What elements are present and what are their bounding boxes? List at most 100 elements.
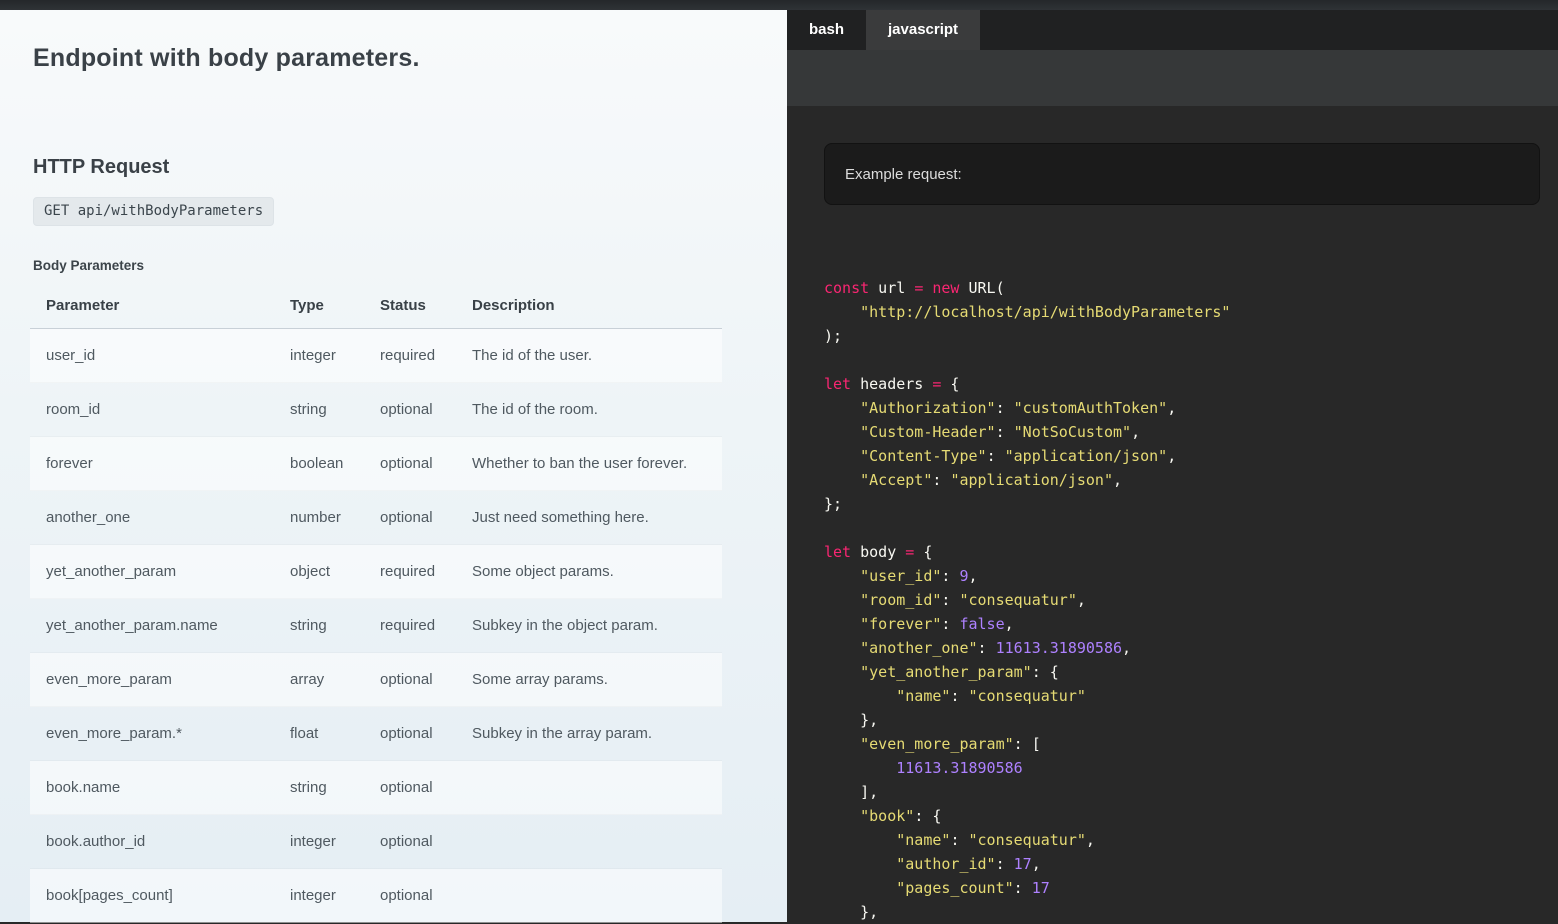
code-line: ], <box>824 780 1558 804</box>
code-line: const url = new URL( <box>824 276 1558 300</box>
table-row: another_onenumberoptionalJust need somet… <box>30 491 722 545</box>
table-row: even_more_paramarrayoptionalSome array p… <box>30 653 722 707</box>
tab-javascript[interactable]: javascript <box>866 10 980 50</box>
status-cell: optional <box>364 869 456 923</box>
example-request-label: Example request: <box>845 166 962 183</box>
table-row: book[pages_count]integeroptional <box>30 869 722 923</box>
type-cell: string <box>274 761 364 815</box>
code-line: 11613.31890586 <box>824 756 1558 780</box>
parameter-cell: room_id <box>30 383 274 437</box>
description-cell: Some object params. <box>456 545 722 599</box>
type-cell: string <box>274 383 364 437</box>
tab-bar-lower-band <box>787 50 1558 106</box>
endpoint-method-badge: GET api/withBodyParameters <box>33 197 274 226</box>
parameter-cell: yet_another_param.name <box>30 599 274 653</box>
parameter-cell: another_one <box>30 491 274 545</box>
code-line: "Authorization": "customAuthToken", <box>824 396 1558 420</box>
status-cell: optional <box>364 383 456 437</box>
table-row: even_more_param.*floatoptionalSubkey in … <box>30 707 722 761</box>
code-line: "room_id": "consequatur", <box>824 588 1558 612</box>
type-cell: object <box>274 545 364 599</box>
column-header-parameter: Parameter <box>30 284 274 329</box>
parameter-cell: book[pages_count] <box>30 869 274 923</box>
table-row: book.author_idintegeroptional <box>30 815 722 869</box>
code-line: "Content-Type": "application/json", <box>824 444 1558 468</box>
type-cell: float <box>274 707 364 761</box>
code-line: "book": { <box>824 804 1558 828</box>
code-line: "even_more_param": [ <box>824 732 1558 756</box>
column-header-status: Status <box>364 284 456 329</box>
type-cell: integer <box>274 869 364 923</box>
docs-panel: Endpoint with body parameters. HTTP Requ… <box>0 10 787 922</box>
lang-tab-bar: bashjavascript <box>787 10 1558 50</box>
description-cell <box>456 815 722 869</box>
type-cell: integer <box>274 329 364 383</box>
status-cell: optional <box>364 707 456 761</box>
table-row: foreverbooleanoptionalWhether to ban the… <box>30 437 722 491</box>
example-request-box: Example request: <box>824 143 1540 205</box>
code-line: ); <box>824 324 1558 348</box>
page-title: Endpoint with body parameters. <box>33 44 420 73</box>
code-line: }, <box>824 900 1558 924</box>
parameter-cell: user_id <box>30 329 274 383</box>
table-row: yet_another_paramobjectrequiredSome obje… <box>30 545 722 599</box>
code-line: }; <box>824 492 1558 516</box>
description-cell <box>456 761 722 815</box>
type-cell: array <box>274 653 364 707</box>
code-line <box>824 348 1558 372</box>
code-line: "Custom-Header": "NotSoCustom", <box>824 420 1558 444</box>
code-line: "Accept": "application/json", <box>824 468 1558 492</box>
type-cell: number <box>274 491 364 545</box>
body-parameters-table: ParameterTypeStatusDescription user_idin… <box>30 284 722 923</box>
parameter-cell: book.name <box>30 761 274 815</box>
code-panel: bashjavascript Example request: const ur… <box>787 10 1558 922</box>
description-cell: Subkey in the object param. <box>456 599 722 653</box>
status-cell: optional <box>364 437 456 491</box>
code-line: }, <box>824 708 1558 732</box>
status-cell: optional <box>364 815 456 869</box>
code-line: "yet_another_param": { <box>824 660 1558 684</box>
table-row: yet_another_param.namestringrequiredSubk… <box>30 599 722 653</box>
description-cell: The id of the user. <box>456 329 722 383</box>
column-header-description: Description <box>456 284 722 329</box>
parameter-cell: yet_another_param <box>30 545 274 599</box>
table-header-row: ParameterTypeStatusDescription <box>30 284 722 329</box>
code-line: "pages_count": 17 <box>824 876 1558 900</box>
body-parameters-label: Body Parameters <box>33 258 144 273</box>
code-line: "http://localhost/api/withBodyParameters… <box>824 300 1558 324</box>
type-cell: string <box>274 599 364 653</box>
description-cell: Some array params. <box>456 653 722 707</box>
parameter-cell: book.author_id <box>30 815 274 869</box>
table-row: book.namestringoptional <box>30 761 722 815</box>
type-cell: boolean <box>274 437 364 491</box>
http-request-heading: HTTP Request <box>33 156 169 179</box>
status-cell: optional <box>364 761 456 815</box>
code-line: let headers = { <box>824 372 1558 396</box>
column-header-type: Type <box>274 284 364 329</box>
status-cell: required <box>364 545 456 599</box>
code-line: let body = { <box>824 540 1558 564</box>
status-cell: optional <box>364 653 456 707</box>
status-cell: optional <box>364 491 456 545</box>
code-block: const url = new URL( "http://localhost/a… <box>787 276 1558 924</box>
description-cell: Subkey in the array param. <box>456 707 722 761</box>
table-row: room_idstringoptionalThe id of the room. <box>30 383 722 437</box>
tab-bash[interactable]: bash <box>787 10 866 50</box>
parameter-cell: even_more_param <box>30 653 274 707</box>
code-line: "another_one": 11613.31890586, <box>824 636 1558 660</box>
description-cell <box>456 869 722 923</box>
description-cell: The id of the room. <box>456 383 722 437</box>
code-line: "name": "consequatur", <box>824 828 1558 852</box>
code-line <box>824 516 1558 540</box>
description-cell: Whether to ban the user forever. <box>456 437 722 491</box>
parameter-cell: forever <box>30 437 274 491</box>
type-cell: integer <box>274 815 364 869</box>
status-cell: required <box>364 599 456 653</box>
code-line: "user_id": 9, <box>824 564 1558 588</box>
parameter-cell: even_more_param.* <box>30 707 274 761</box>
status-cell: required <box>364 329 456 383</box>
table-row: user_idintegerrequiredThe id of the user… <box>30 329 722 383</box>
window-top-bar <box>0 0 1558 10</box>
code-line: "author_id": 17, <box>824 852 1558 876</box>
code-line: "name": "consequatur" <box>824 684 1558 708</box>
